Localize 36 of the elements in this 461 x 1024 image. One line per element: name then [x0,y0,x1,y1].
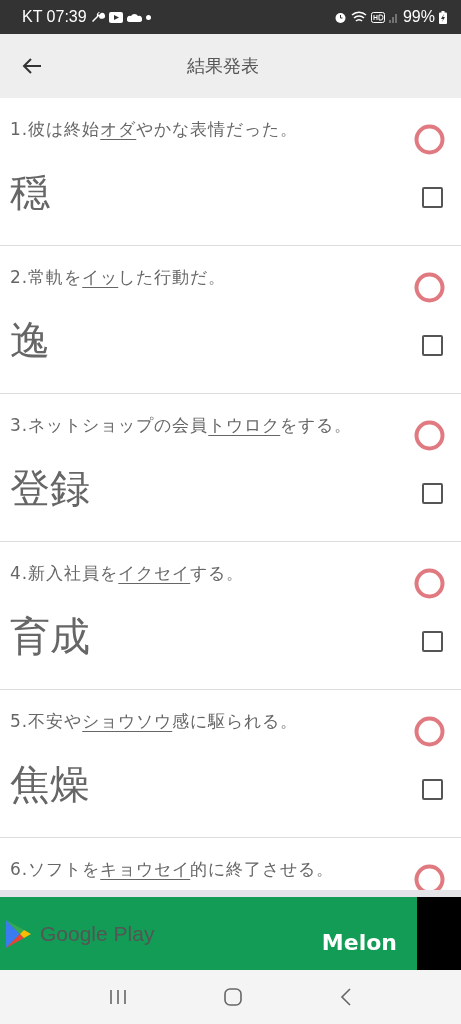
question-sentence: 5.不安や ショウソウ 感に駆られる。 [10,710,299,733]
brand-logo: Melon [321,930,397,955]
review-checkbox[interactable] [422,335,443,356]
back-nav-icon[interactable] [340,988,353,1006]
status-time: KT 07:39 [22,8,87,26]
answer-kanji: 逸 [10,316,50,365]
question-sentence: 4.新入社員を イクセイする。 [10,562,245,585]
battery-percent: 99% [402,8,435,26]
question-sentence: 6.ソフトを キョウセイ 的に終了させる。 [10,858,335,881]
dot-icon [145,14,151,20]
alarm-icon [333,10,347,24]
review-checkbox[interactable] [422,483,443,504]
answer-kanji: 穏 [10,168,50,217]
back-arrow-icon [22,57,42,75]
ad-banner[interactable]: Google Play Melon [0,897,461,970]
video-icon [108,11,123,23]
review-checkbox[interactable] [422,631,443,652]
question-sentence: 2.常軌を イッ した行動だ。 [10,266,227,289]
cloud-icon [126,12,142,22]
answer-kanji: 焦燥 [10,760,90,809]
wifi-icon [350,10,367,24]
hd-icon [370,11,385,23]
answer-kanji: 登録 [10,464,90,513]
answer-kanji: 育成 [10,612,90,661]
play-store-icon [4,918,32,949]
question-sentence: 1.彼は終始オダやかな表情だった。 [10,118,299,141]
store-name: Google Play [40,921,155,946]
battery-charging-icon [439,10,447,24]
recent-apps-icon[interactable] [108,989,127,1005]
home-icon[interactable] [224,988,243,1006]
wrench-icon [90,10,105,24]
signal-icon [388,11,399,23]
screen-title: 結果発表 [185,54,260,78]
question-sentence: 3.ネットショップの会員 トウロク をする。 [10,414,353,437]
review-checkbox[interactable] [422,779,443,800]
review-checkbox[interactable] [422,187,443,208]
